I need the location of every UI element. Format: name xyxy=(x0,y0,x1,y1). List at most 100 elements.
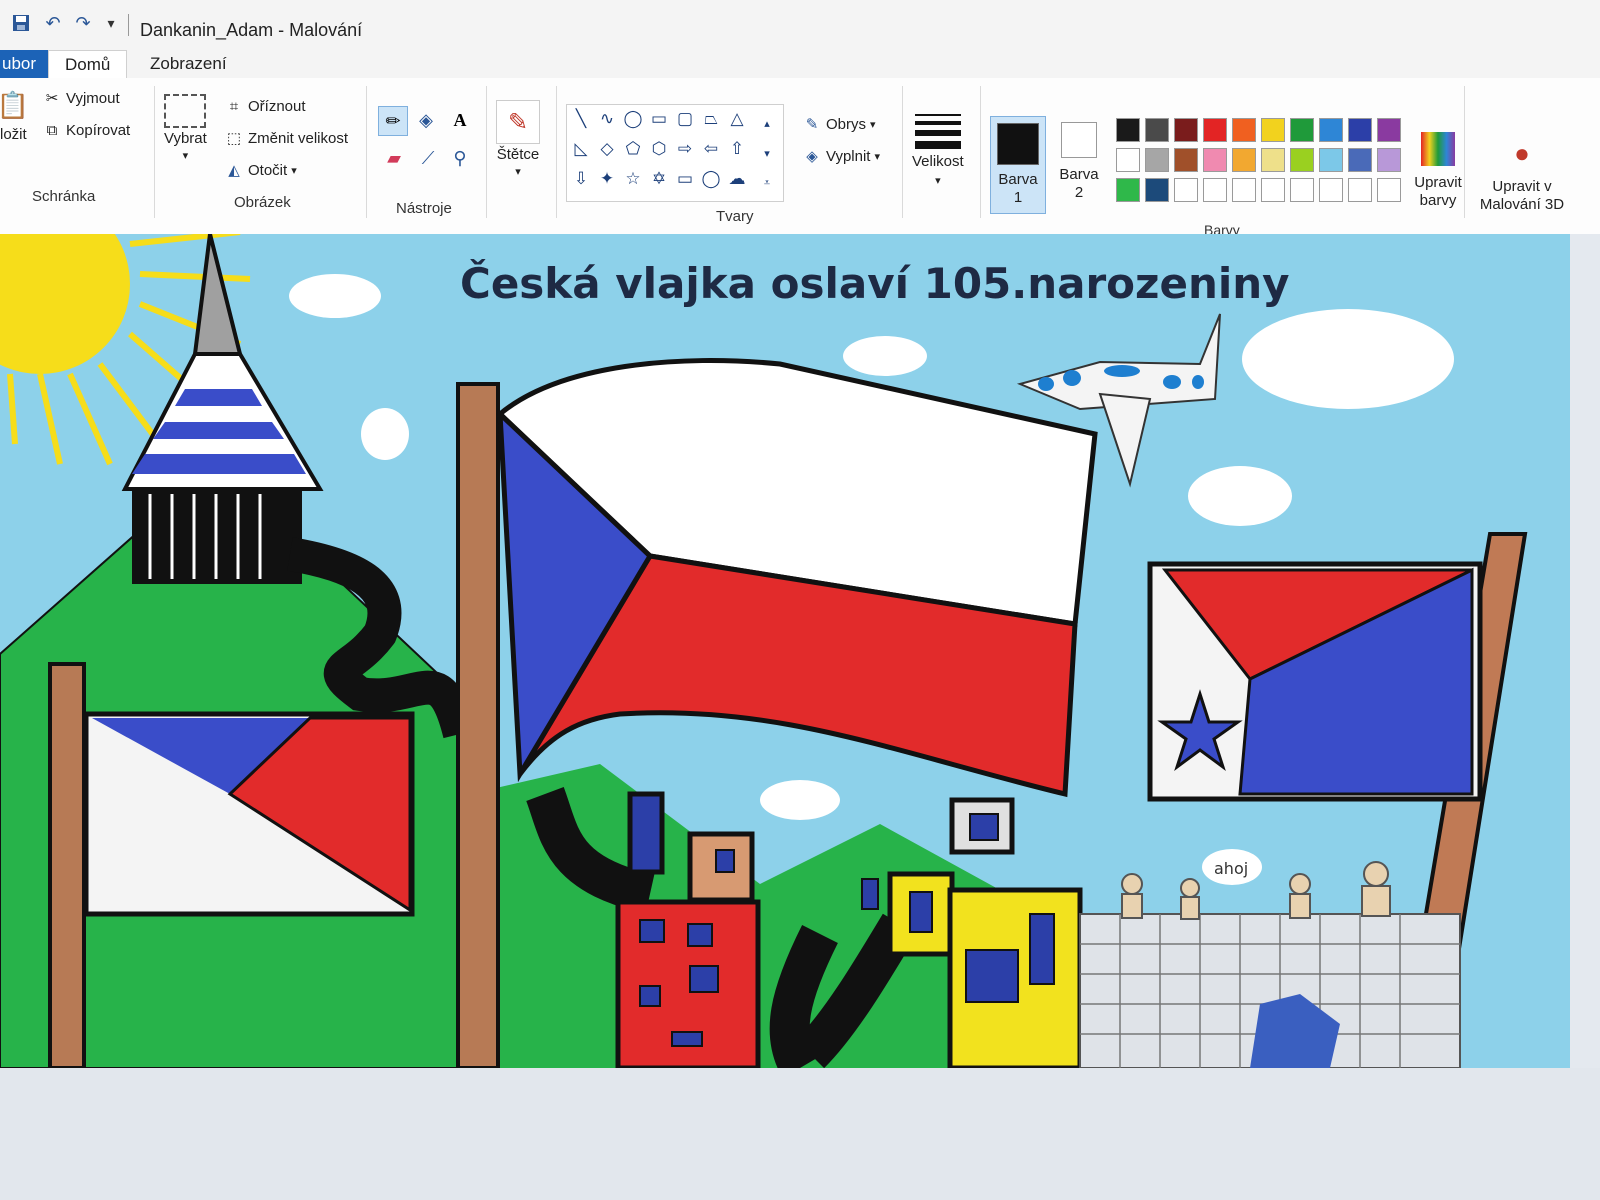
right-triangle-shape-icon[interactable]: ◺ xyxy=(570,138,592,160)
customize-icon[interactable]: ▾ xyxy=(100,12,122,34)
palette-swatch[interactable] xyxy=(1319,178,1343,202)
palette-swatch[interactable] xyxy=(1232,148,1256,172)
line-shape-icon[interactable]: ╲ xyxy=(570,108,592,130)
down-arrow-shape-icon[interactable]: ⇩ xyxy=(570,168,592,190)
color1-button[interactable]: Barva 1 xyxy=(990,116,1046,214)
color2-swatch xyxy=(1061,122,1097,158)
fill-icon[interactable]: ◈ xyxy=(412,106,440,134)
clipboard-group-label: Schránka xyxy=(32,188,96,205)
palette-swatch[interactable] xyxy=(1232,118,1256,142)
tab-view[interactable]: Zobrazení xyxy=(134,50,243,78)
redo-icon[interactable]: ↷ xyxy=(72,12,94,34)
rounded-rectangle-shape-icon[interactable]: ▢ xyxy=(674,108,696,130)
diamond-shape-icon[interactable]: ◇ xyxy=(596,138,618,160)
palette-swatch[interactable] xyxy=(1232,178,1256,202)
color2-button[interactable]: Barva 2 xyxy=(1054,122,1104,202)
hexagon-shape-icon[interactable]: ⬡ xyxy=(648,138,670,160)
save-icon[interactable] xyxy=(10,12,32,34)
palette-swatch[interactable] xyxy=(1377,118,1401,142)
triangle-shape-icon[interactable]: △ xyxy=(726,108,748,130)
scroll-up-icon[interactable]: ▴ xyxy=(756,112,778,134)
palette-swatch[interactable] xyxy=(1174,178,1198,202)
palette-swatch[interactable] xyxy=(1290,178,1314,202)
rectangle-shape-icon[interactable]: ▭ xyxy=(648,108,670,130)
palette-swatch[interactable] xyxy=(1174,118,1198,142)
scissors-icon: ✂ xyxy=(45,90,59,107)
palette-swatch[interactable] xyxy=(1145,118,1169,142)
chevron-down-icon: ▾ xyxy=(870,118,876,131)
palette-swatch[interactable] xyxy=(1203,118,1227,142)
size-button[interactable]: Velikost ▾ xyxy=(912,114,964,187)
chevron-down-icon: ▾ xyxy=(515,166,521,178)
cloud-callout-shape-icon[interactable]: ☁ xyxy=(726,168,748,190)
six-point-star-shape-icon[interactable]: ✡ xyxy=(648,168,670,190)
palette-swatch[interactable] xyxy=(1377,178,1401,202)
brushes-button[interactable]: ✎ Štětce ▾ xyxy=(496,100,540,178)
oval-callout-shape-icon[interactable]: ◯ xyxy=(700,168,722,190)
oval-shape-icon[interactable]: ◯ xyxy=(622,108,644,130)
cut-button[interactable]: ✂ Vyjmout xyxy=(42,88,120,108)
tab-home[interactable]: Domů xyxy=(48,50,128,79)
pencil-icon[interactable]: ✏ xyxy=(378,106,408,136)
four-point-star-shape-icon[interactable]: ✦ xyxy=(596,168,618,190)
edit-colors-label-b: barvy xyxy=(1419,192,1457,209)
rotate-icon: ◭ xyxy=(228,162,240,179)
select-button[interactable]: Vybrat ▾ xyxy=(164,94,207,162)
scroll-down-icon[interactable]: ▾ xyxy=(756,142,778,164)
workspace-bottom xyxy=(0,1068,1600,1200)
five-point-star-shape-icon[interactable]: ☆ xyxy=(622,168,644,190)
palette-swatch[interactable] xyxy=(1261,178,1285,202)
palette-swatch[interactable] xyxy=(1145,148,1169,172)
palette-swatch[interactable] xyxy=(1203,148,1227,172)
tab-file[interactable]: ubor xyxy=(0,50,51,78)
palette-swatch[interactable] xyxy=(1116,148,1140,172)
undo-icon[interactable]: ↶ xyxy=(42,12,64,34)
ribbon-tabs: ubor Domů Zobrazení xyxy=(0,44,1600,79)
palette-swatch[interactable] xyxy=(1348,178,1372,202)
left-arrow-shape-icon[interactable]: ⇦ xyxy=(700,138,722,160)
edit-colors-label-a: Upravit xyxy=(1414,174,1462,191)
palette-swatch[interactable] xyxy=(1348,148,1372,172)
curve-shape-icon[interactable]: ∿ xyxy=(596,108,618,130)
outline-button[interactable]: ✎ Obrys ▾ xyxy=(802,114,876,134)
palette-swatch[interactable] xyxy=(1319,118,1343,142)
palette-swatch[interactable] xyxy=(1116,118,1140,142)
image-group-label: Obrázek xyxy=(234,194,291,211)
palette-swatch[interactable] xyxy=(1203,178,1227,202)
text-icon[interactable]: A xyxy=(446,106,474,134)
drawing-canvas[interactable]: Česká vlajka oslaví 105.narozeniny ahoj xyxy=(0,234,1570,1068)
palette-swatch[interactable] xyxy=(1261,148,1285,172)
fill-shape-button[interactable]: ◈ Vyplnit ▾ xyxy=(802,146,880,166)
copy-button[interactable]: ⧉ Kopírovat xyxy=(42,120,131,140)
palette-swatch[interactable] xyxy=(1174,148,1198,172)
palette-swatch[interactable] xyxy=(1348,118,1372,142)
expand-gallery-icon[interactable]: ⩡ xyxy=(756,172,778,194)
palette-swatch[interactable] xyxy=(1290,118,1314,142)
resize-icon: ⬚ xyxy=(226,130,242,147)
palette-swatch[interactable] xyxy=(1261,118,1285,142)
palette-swatch[interactable] xyxy=(1319,148,1343,172)
rect-callout-shape-icon[interactable]: ▭ xyxy=(674,168,696,190)
paste-button[interactable]: 📋 ložit xyxy=(0,88,29,144)
pentagon-shape-icon[interactable]: ⬠ xyxy=(622,138,644,160)
resize-label: Změnit velikost xyxy=(248,129,349,147)
edit-colors-button[interactable]: Upravit barvy xyxy=(1406,132,1470,210)
palette-swatch[interactable] xyxy=(1377,148,1401,172)
tools-group-label: Nástroje xyxy=(396,200,452,217)
copy-icon: ⧉ xyxy=(46,121,58,139)
title-bar: ↶ ↷ ▾ Dankanin_Adam - Malování xyxy=(0,0,1600,49)
polygon-shape-icon[interactable]: ⏢ xyxy=(700,108,722,130)
up-arrow-shape-icon[interactable]: ⇧ xyxy=(726,138,748,160)
palette-swatch[interactable] xyxy=(1145,178,1169,202)
crop-button[interactable]: ⌗ Oříznout xyxy=(224,96,306,116)
resize-button[interactable]: ⬚ Změnit velikost xyxy=(224,128,348,148)
palette-swatch[interactable] xyxy=(1116,178,1140,202)
rotate-button[interactable]: ◭ Otočit ▾ xyxy=(224,160,297,180)
headline-text: Česká vlajka oslaví 105.narozeniny xyxy=(460,258,1290,308)
color-picker-icon[interactable]: ⟋ xyxy=(414,144,442,172)
palette-swatch[interactable] xyxy=(1290,148,1314,172)
eraser-icon[interactable]: ▰ xyxy=(380,144,408,172)
magnifier-icon[interactable]: ⚲ xyxy=(446,144,474,172)
right-arrow-shape-icon[interactable]: ⇨ xyxy=(674,138,696,160)
edit-in-paint3d-button[interactable]: ● Upravit v Malování 3D xyxy=(1472,136,1572,214)
